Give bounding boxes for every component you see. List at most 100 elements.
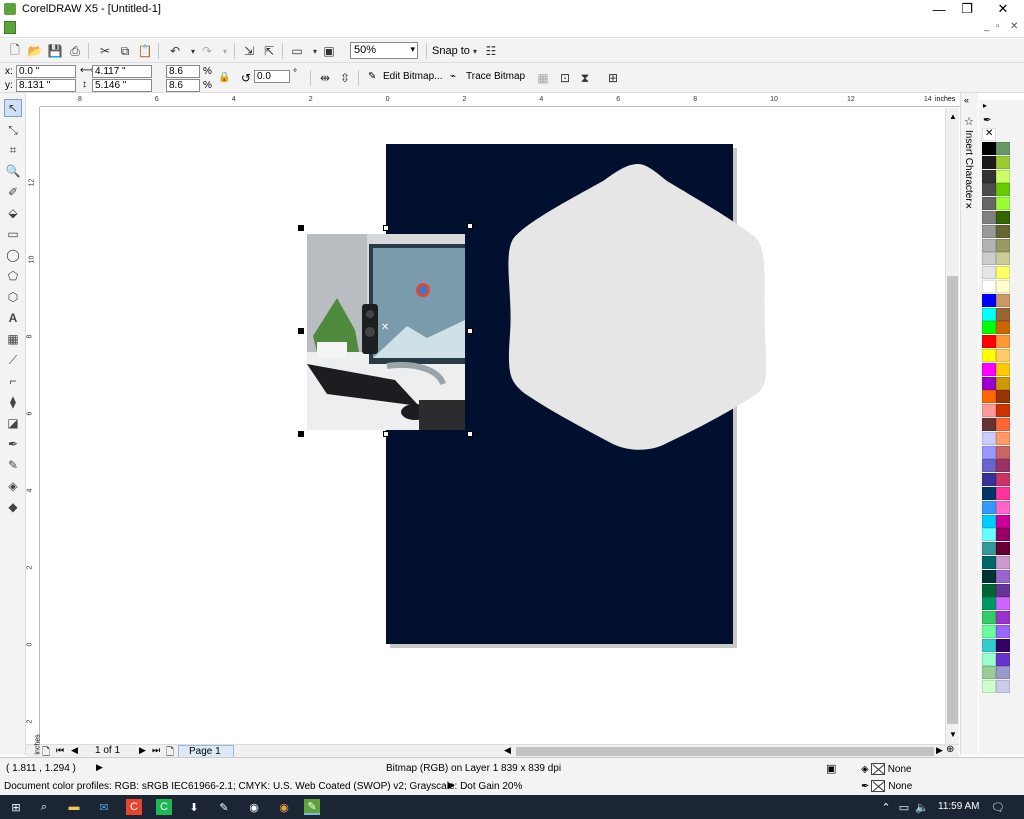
selection-handle-top[interactable] bbox=[383, 225, 389, 231]
docker-expand-icon[interactable]: « bbox=[964, 95, 969, 105]
selection-handle-top-left[interactable] bbox=[298, 225, 304, 231]
horizontal-ruler[interactable]: 8 6 4 2 0 2 4 6 8 10 12 14 bbox=[40, 93, 960, 107]
status-expand-icon[interactable]: ▶ bbox=[96, 762, 103, 773]
color-swatch[interactable] bbox=[982, 169, 996, 183]
color-swatch[interactable] bbox=[996, 335, 1010, 349]
color-swatch[interactable] bbox=[996, 376, 1010, 390]
copy-icon[interactable]: ⧉ bbox=[116, 42, 134, 60]
color-swatch[interactable] bbox=[982, 155, 996, 169]
transparency-tool-icon[interactable]: ◪ bbox=[4, 414, 22, 432]
color-swatch[interactable] bbox=[982, 473, 996, 487]
color-swatch[interactable] bbox=[982, 431, 996, 445]
outline-indicator[interactable]: ✒ None bbox=[861, 780, 912, 792]
mirror-horizontal-icon[interactable]: ⇹ bbox=[316, 69, 334, 87]
last-page-icon[interactable]: ⏭ bbox=[152, 745, 160, 756]
new-document-icon[interactable]: 🗋 bbox=[6, 42, 24, 60]
color-swatch[interactable] bbox=[982, 293, 996, 307]
edit-bitmap-button[interactable]: Edit Bitmap... bbox=[383, 71, 442, 82]
color-swatch[interactable] bbox=[982, 459, 996, 473]
color-swatch[interactable] bbox=[996, 390, 1010, 404]
bitmap-color-mask-icon[interactable]: ⧗ bbox=[576, 69, 594, 87]
navigator-icon[interactable]: ⊕ bbox=[946, 744, 954, 755]
color-swatch[interactable] bbox=[996, 528, 1010, 542]
color-swatch[interactable] bbox=[996, 514, 1010, 528]
scale-x-field[interactable]: 8.6 bbox=[166, 65, 200, 78]
polygon-tool-icon[interactable]: ⬠ bbox=[4, 267, 22, 285]
paste-icon[interactable]: 📋 bbox=[136, 42, 154, 60]
connector-tool-icon[interactable]: ⌐ bbox=[4, 372, 22, 390]
no-color-swatch[interactable]: ✕ bbox=[982, 128, 996, 141]
color-swatch[interactable] bbox=[982, 142, 996, 155]
interactive-fill-tool-icon[interactable]: ◆ bbox=[4, 498, 22, 516]
color-swatch[interactable] bbox=[996, 487, 1010, 500]
page-tab-1[interactable]: Page 1 bbox=[178, 745, 234, 757]
search-icon[interactable]: ⌕ bbox=[36, 799, 52, 815]
freehand-tool-icon[interactable]: ✐ bbox=[4, 183, 22, 201]
document-color-profiles[interactable]: Document color profiles: RGB: sRGB IEC61… bbox=[4, 781, 522, 792]
color-swatch[interactable] bbox=[996, 473, 1010, 487]
profiles-expand-icon[interactable]: ▶ bbox=[448, 780, 455, 791]
vertical-scroll-thumb[interactable] bbox=[947, 276, 958, 724]
color-swatch[interactable] bbox=[996, 459, 1010, 473]
resample-icon[interactable]: ▦ bbox=[534, 69, 552, 87]
basic-shapes-tool-icon[interactable]: ⬡ bbox=[4, 288, 22, 306]
color-swatch[interactable] bbox=[982, 652, 996, 666]
blend-tool-icon[interactable]: ⧫ bbox=[4, 393, 22, 411]
eyedropper-tool-icon[interactable]: ✒ bbox=[4, 435, 22, 453]
palette-scroll-up-icon[interactable]: ▸ bbox=[983, 101, 987, 110]
color-swatch[interactable] bbox=[996, 238, 1010, 252]
color-swatch[interactable] bbox=[996, 321, 1010, 335]
trace-bitmap-button[interactable]: Trace Bitmap bbox=[466, 71, 525, 82]
fill-tool-icon[interactable]: ◈ bbox=[4, 477, 22, 495]
color-swatch[interactable] bbox=[996, 542, 1010, 556]
doc-minimize-button[interactable]: _ bbox=[984, 21, 990, 32]
height-field[interactable]: 5.146 " bbox=[92, 79, 152, 92]
color-swatch[interactable] bbox=[982, 542, 996, 556]
network-icon[interactable]: ▭ bbox=[896, 799, 912, 815]
scale-y-field[interactable]: 8.6 bbox=[166, 79, 200, 92]
print-icon[interactable]: ⎙ bbox=[66, 42, 84, 60]
color-swatch[interactable] bbox=[982, 625, 996, 638]
redo-dropdown-icon[interactable]: ▾ bbox=[216, 42, 234, 60]
chrome-icon[interactable]: ◉ bbox=[246, 799, 262, 815]
document-icon[interactable] bbox=[4, 21, 16, 34]
color-swatch[interactable] bbox=[982, 280, 996, 293]
selection-handle-bottom-right[interactable] bbox=[467, 431, 473, 437]
coreldraw-taskbar-icon[interactable]: ✎ bbox=[304, 799, 320, 815]
next-page-icon[interactable]: ▶ bbox=[139, 745, 146, 756]
chrome-canary-icon[interactable]: ◉ bbox=[276, 799, 292, 815]
horizontal-scroll-thumb[interactable] bbox=[516, 747, 934, 756]
dimension-tool-icon[interactable]: ⟋ bbox=[4, 351, 22, 369]
y-position-field[interactable]: 8.131 " bbox=[16, 79, 76, 92]
color-swatch[interactable] bbox=[982, 500, 996, 514]
color-swatch[interactable] bbox=[996, 142, 1010, 155]
color-swatch[interactable] bbox=[982, 376, 996, 390]
color-swatch[interactable] bbox=[996, 211, 1010, 224]
docker-close-icon[interactable]: ✕ bbox=[965, 201, 973, 212]
hexagon-shape[interactable] bbox=[507, 161, 769, 451]
color-swatch[interactable] bbox=[982, 556, 996, 569]
shape-tool-icon[interactable]: ⤡ bbox=[4, 121, 22, 139]
scroll-up-icon[interactable]: ▲ bbox=[949, 112, 957, 121]
color-swatch[interactable] bbox=[982, 390, 996, 404]
color-swatch[interactable] bbox=[996, 362, 1010, 376]
color-swatch[interactable] bbox=[996, 307, 1010, 321]
rectangle-tool-icon[interactable]: ▭ bbox=[4, 225, 22, 243]
export-icon[interactable]: ⇱ bbox=[260, 42, 278, 60]
color-swatch[interactable] bbox=[982, 335, 996, 349]
color-swatch[interactable] bbox=[996, 418, 1010, 431]
import-icon[interactable]: ⇲ bbox=[240, 42, 258, 60]
color-swatch[interactable] bbox=[982, 528, 996, 542]
color-swatch[interactable] bbox=[982, 321, 996, 335]
color-swatch[interactable] bbox=[996, 556, 1010, 569]
color-swatch[interactable] bbox=[996, 224, 1010, 238]
windows-start-icon[interactable]: ⊞ bbox=[8, 799, 24, 815]
color-swatch[interactable] bbox=[996, 183, 1010, 197]
zoom-level-select[interactable]: 50% ▾ bbox=[350, 42, 418, 59]
color-swatch[interactable] bbox=[996, 583, 1010, 597]
selection-handle-left[interactable] bbox=[298, 328, 304, 334]
vertical-scrollbar[interactable]: ▲ ▼ bbox=[945, 108, 959, 744]
color-swatch[interactable] bbox=[996, 445, 1010, 459]
docker-tab-insert-character[interactable]: Insert Character bbox=[963, 130, 974, 202]
snap-to-button[interactable]: Snap to bbox=[432, 45, 470, 57]
